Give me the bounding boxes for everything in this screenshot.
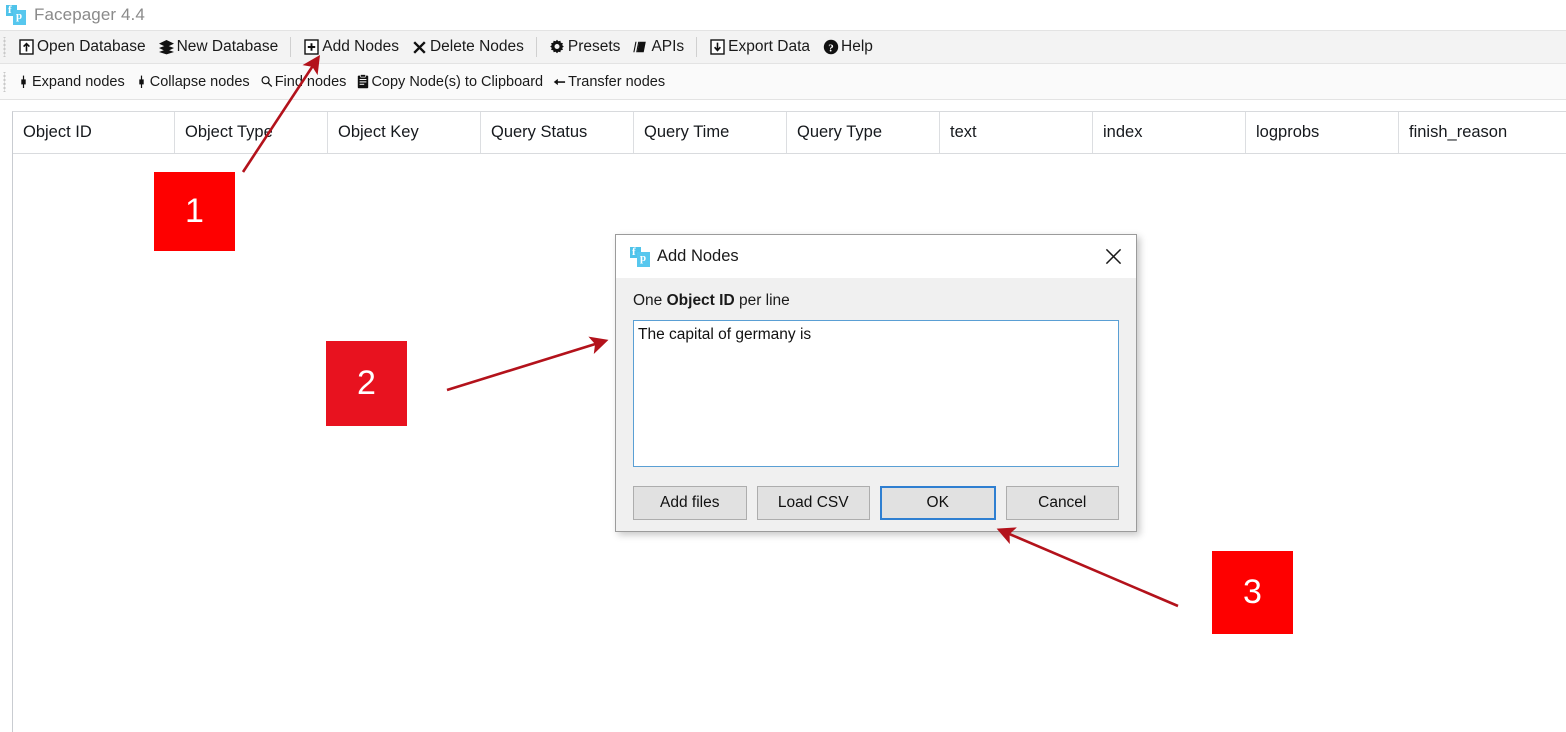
add-files-button[interactable]: Add files	[633, 486, 747, 520]
toolbar-separator	[535, 37, 537, 57]
toolbar-button-transfer-nodes[interactable]: Transfer nodes	[548, 72, 670, 92]
object-id-label: One Object ID per line	[633, 292, 1119, 310]
toolbar-button-export-data[interactable]: Export Data	[703, 36, 816, 58]
toolbar-separator	[696, 37, 698, 57]
expand-nodes-icon	[17, 74, 30, 89]
dialog-title: Add Nodes	[657, 247, 739, 265]
toolbar-button-expand-nodes[interactable]: Expand nodes	[12, 72, 130, 92]
toolbar-label: Copy Node(s) to Clipboard	[371, 73, 544, 90]
toolbar-label: New Database	[176, 38, 279, 55]
toolbar-label: Open Database	[37, 38, 146, 55]
toolbar-button-open-database[interactable]: Open Database	[12, 36, 152, 58]
table-header-row: Object ID Object Type Object Key Query Stat…	[13, 112, 1566, 154]
toolbar-button-new-database[interactable]: New Database	[152, 36, 285, 58]
toolbar-label: Delete Nodes	[429, 38, 524, 55]
apis-icon	[632, 39, 649, 56]
object-id-textarea[interactable]	[633, 320, 1119, 467]
annotation-step-3: 3	[1212, 551, 1293, 634]
toolbar-button-collapse-nodes[interactable]: Collapse nodes	[130, 72, 255, 92]
add-nodes-dialog: fp Add Nodes One Object ID per line Add …	[615, 234, 1137, 532]
table-column-header[interactable]: logprobs	[1246, 112, 1399, 153]
toolbar-label: Expand nodes	[32, 73, 125, 90]
export-data-icon	[709, 39, 726, 56]
annotation-step-2: 2	[326, 341, 407, 426]
toolbar-label: Presets	[567, 38, 621, 55]
table-column-header[interactable]: Query Time	[634, 112, 787, 153]
dialog-titlebar: fp Add Nodes	[616, 235, 1136, 278]
table-column-header[interactable]: Query Status	[481, 112, 634, 153]
window-title: Facepager 4.4	[34, 5, 145, 24]
ok-button[interactable]: OK	[880, 486, 996, 520]
label-bold: Object ID	[666, 292, 735, 309]
toolbar-separator	[290, 37, 292, 57]
annotation-step-number: 2	[357, 364, 376, 402]
table-column-header[interactable]: Object Key	[328, 112, 481, 153]
svg-text:?: ?	[828, 42, 834, 54]
toolbar-button-delete-nodes[interactable]: Delete Nodes	[405, 36, 530, 58]
close-icon[interactable]	[1090, 236, 1136, 278]
dialog-button-row: Add files Load CSV OK Cancel	[616, 472, 1136, 520]
toolbar-label: Add Nodes	[322, 38, 399, 55]
annotation-step-1: 1	[154, 172, 235, 251]
toolbar-label: APIs	[651, 38, 685, 55]
toolbar-button-help[interactable]: ? Help	[816, 36, 879, 58]
toolbar-button-copy-nodes-to-clipboard[interactable]: Copy Node(s) to Clipboard	[351, 72, 548, 92]
toolbar-button-find-nodes[interactable]: Find nodes	[255, 72, 352, 92]
table-column-header[interactable]: finish_reason	[1399, 112, 1564, 153]
copy-clipboard-icon	[356, 74, 369, 89]
label-suffix: per line	[734, 292, 790, 309]
search-icon	[260, 74, 273, 89]
new-database-icon	[158, 39, 175, 56]
window-titlebar: fp Facepager 4.4	[0, 0, 1566, 30]
toolbar-drag-handle[interactable]	[2, 37, 9, 57]
cancel-button[interactable]: Cancel	[1005, 486, 1119, 520]
toolbar-label: Transfer nodes	[568, 73, 666, 90]
toolbar-label: Collapse nodes	[149, 73, 250, 90]
facepager-logo-icon: fp	[6, 4, 26, 25]
label-prefix: One	[633, 292, 667, 309]
presets-gear-icon	[549, 39, 566, 56]
add-nodes-icon	[303, 39, 320, 56]
transfer-nodes-icon	[553, 74, 566, 89]
open-database-icon	[18, 39, 35, 56]
toolbar-label: Find nodes	[274, 73, 347, 90]
toolbar-label: Help	[841, 38, 873, 55]
help-icon: ?	[822, 39, 839, 56]
annotation-step-number: 3	[1243, 573, 1262, 611]
delete-nodes-icon	[411, 39, 428, 56]
collapse-nodes-icon	[135, 74, 148, 89]
table-column-header[interactable]: text	[940, 112, 1093, 153]
dialog-body: One Object ID per line	[616, 278, 1136, 472]
annotation-step-number: 1	[185, 192, 204, 230]
table-column-header[interactable]: Object Type	[175, 112, 328, 153]
table-column-header[interactable]: index	[1093, 112, 1246, 153]
primary-toolbar: Open Database New Database Add Nodes Del…	[0, 30, 1566, 64]
toolbar-button-apis[interactable]: APIs	[626, 36, 690, 58]
toolbar-drag-handle-secondary[interactable]	[2, 71, 9, 92]
table-column-header[interactable]: Query Type	[787, 112, 940, 153]
table-column-header[interactable]: Object ID	[13, 112, 175, 153]
secondary-toolbar: Expand nodes Collapse nodes Find nodes C…	[0, 64, 1566, 100]
toolbar-button-add-nodes[interactable]: Add Nodes	[297, 36, 405, 58]
load-csv-button[interactable]: Load CSV	[756, 486, 870, 520]
toolbar-button-presets[interactable]: Presets	[543, 36, 627, 58]
facepager-logo-icon: fp	[630, 246, 650, 267]
toolbar-label: Export Data	[728, 38, 811, 55]
